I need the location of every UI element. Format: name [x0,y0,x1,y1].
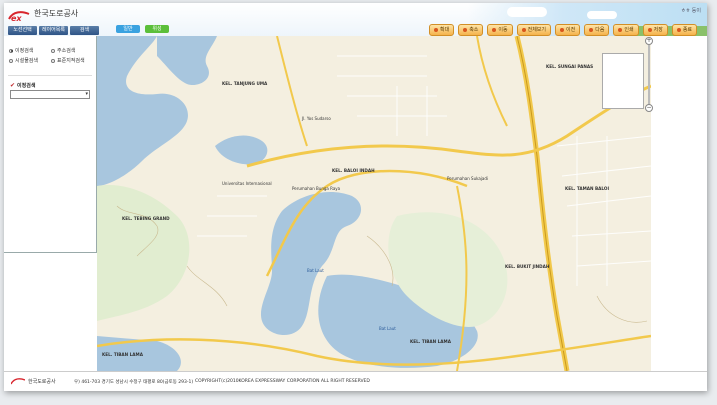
full-view-label: 전체보기 [527,27,547,33]
map-label: Jl. Yos Sudarso [302,116,331,121]
footer-brand: 한국도로공사 [28,379,56,385]
brand-name: 한국도로공사 [34,8,79,18]
radio-cadastral-search[interactable]: 표준지적검색 [51,57,85,64]
nav-tabs: 노선선택 레이어목록 검색 [8,26,99,35]
map-graphic [97,36,651,371]
section-title: ✔ 이정검색 [10,82,35,89]
satellite-map-button[interactable]: 위성 [145,25,169,33]
zoom-in-button[interactable]: 확대 [429,24,455,36]
radio-icon [9,58,13,63]
cloud-decoration [507,7,547,17]
pan-icon [492,28,497,32]
footer-copyright: COPYRIGHT(c)2010KOREA EXPRESSWAY CORPORA… [195,379,370,384]
divider [8,75,92,76]
svg-text:ex: ex [11,14,22,22]
check-icon: ✔ [10,82,16,89]
save-icon [647,28,652,32]
zoom-in-label: 확대 [440,27,450,33]
chevron-down-icon: ▾ [85,91,88,97]
exit-button[interactable]: 종료 [671,24,698,36]
radio-label: 주소검색 [57,48,76,54]
full-view-icon [521,28,526,32]
previous-button[interactable]: 이전 [555,24,581,36]
print-button[interactable]: 인쇄 [613,24,639,36]
search-panel: 이정검색 주소검색 시설물검색 표준지적검색 ✔ 이정검색 ▾ [4,36,97,253]
map-mode-buttons: 일반 위성 [116,25,169,33]
pan-button[interactable]: 이동 [487,24,513,36]
footer-logo: 한국도로공사 [11,378,56,385]
map-label: KEL. TIBAN LAMA [102,352,143,357]
overview-map[interactable] [602,53,644,109]
radio-icon [51,48,55,53]
save-button[interactable]: 저장 [642,24,668,36]
brand-logo[interactable]: ex 한국도로공사 [8,7,79,23]
map-label: KEL. TEBING GRAND [122,216,170,221]
previous-label: 이전 [566,27,576,33]
pan-label: 이동 [498,27,508,33]
map-label: Universitas Internasional [222,181,272,186]
print-icon [618,28,623,32]
next-button[interactable]: 다음 [584,24,610,36]
tab-search[interactable]: 검색 [70,26,99,35]
map-label: Perumahan Sukajadi [447,176,489,181]
zoom-track[interactable] [648,45,650,105]
normal-map-button[interactable]: 일반 [116,25,140,33]
save-label: 저장 [653,27,663,33]
zoom-in-icon [434,28,438,32]
next-icon [589,28,594,32]
zoom-slider[interactable]: + − [645,37,653,112]
map-label: KEL. BUKIT JINDAH [505,264,550,269]
next-label: 다음 [595,27,605,33]
header: ex 한국도로공사 ㅎㅎ 등이 노선선택 레이어목록 검색 일반 위성 확대 축… [4,3,707,36]
zoom-out-icon [463,28,468,32]
map-canvas[interactable]: KEL. SUNGAI PANAS KEL. TANJUNG UMA KEL. … [97,36,651,371]
map-label: KEL. BALOI INDAH [332,168,375,173]
radio-label: 표준지적검색 [57,58,85,64]
map-label: Bat Laut [307,268,324,273]
ex-logo-icon [11,378,25,385]
previous-icon [560,28,565,32]
radio-facility-search[interactable]: 시설물검색 [9,57,38,64]
footer-address: 우) 461-703 경기도 성남시 수정구 태평로 80(금토동 293-1) [74,380,194,385]
tab-route-select[interactable]: 노선선택 [8,26,37,35]
map-label: Bat Laut [379,326,396,331]
exit-label: 종료 [682,27,693,33]
route-select[interactable]: ▾ [10,90,90,99]
full-view-button[interactable]: 전체보기 [516,24,552,36]
map-label: KEL. TIBAN LAMA [410,339,451,344]
radio-milestone-search[interactable]: 이정검색 [9,47,33,54]
radio-icon [9,48,13,53]
zoom-out-label: 축소 [469,27,479,33]
footer: 한국도로공사 우) 461-703 경기도 성남시 수정구 태평로 80(금토동… [4,371,707,391]
section-title-text: 이정검색 [17,83,36,89]
radio-label: 이정검색 [15,48,34,54]
map-label: KEL. TANJUNG UMA [222,81,268,86]
zoom-out-button[interactable]: 축소 [458,24,484,36]
radio-icon [51,58,55,63]
map-label: KEL. TAMAN BALOI [565,186,610,191]
map-toolbar: 확대 축소 이동 전체보기 이전 다음 인쇄 저장 종료 [429,24,698,36]
map-label: Perumahan Bunga Raya [292,186,341,191]
ex-logo-icon: ex [8,7,30,23]
app-window: ex 한국도로공사 ㅎㅎ 등이 노선선택 레이어목록 검색 일반 위성 확대 축… [4,3,707,391]
radio-label: 시설물검색 [15,58,39,64]
radio-address-search[interactable]: 주소검색 [51,47,75,54]
zoom-minus-icon[interactable]: − [645,104,653,112]
cloud-decoration [587,11,617,19]
map-label: KEL. SUNGAI PANAS [546,64,594,69]
exit-icon [676,28,681,32]
user-info: ㅎㅎ 등이 [681,8,701,14]
zoom-plus-icon[interactable]: + [645,37,653,45]
print-label: 인쇄 [624,27,634,33]
screen: ex 한국도로공사 ㅎㅎ 등이 노선선택 레이어목록 검색 일반 위성 확대 축… [0,0,717,405]
tab-layer-list[interactable]: 레이어목록 [39,26,68,35]
